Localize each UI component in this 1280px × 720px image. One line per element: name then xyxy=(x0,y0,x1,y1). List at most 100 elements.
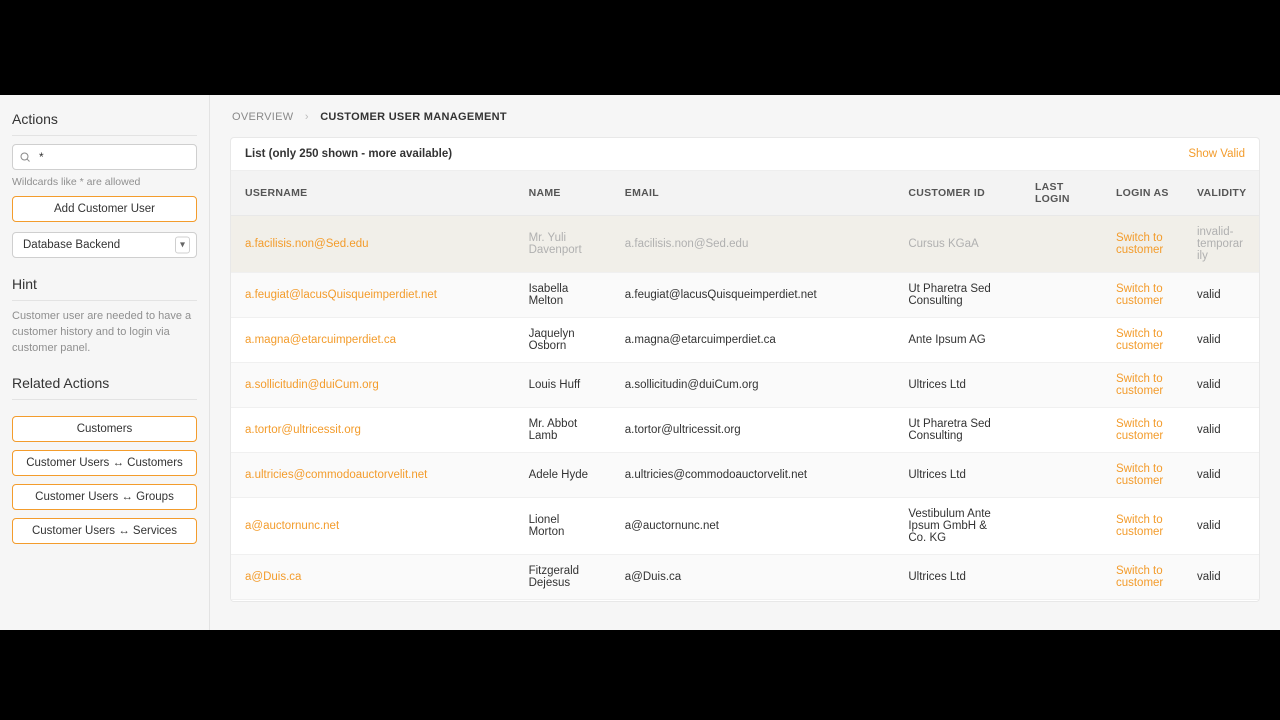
switch-to-customer-link[interactable]: Switch to customer xyxy=(1116,565,1163,589)
cell-username: a@auctornunc.net xyxy=(231,498,515,555)
breadcrumb-root[interactable]: OVERVIEW xyxy=(232,111,294,123)
col-login-as[interactable]: LOGIN AS xyxy=(1102,171,1183,216)
switch-to-customer-link[interactable]: Switch to customer xyxy=(1116,283,1163,307)
cell-username: a@Duis.ca xyxy=(231,555,515,600)
cell-customer-id: Vestibulum Ante Ipsum GmbH & Co. KG xyxy=(894,498,1021,555)
hint-heading: Hint xyxy=(12,276,197,292)
cell-last-login xyxy=(1021,600,1102,602)
cell-email: a.sollicitudin@duiCum.org xyxy=(611,363,895,408)
related-customer-users-groups[interactable]: Customer Users ↔ Groups xyxy=(12,484,197,510)
cell-customer-id: Ante Ipsum AG xyxy=(894,318,1021,363)
cell-validity: invalid-temporarily xyxy=(1183,216,1259,273)
table-row[interactable]: a@auctornunc.netLionel Mortona@auctornun… xyxy=(231,498,1259,555)
col-username[interactable]: USERNAME xyxy=(231,171,515,216)
search-icon xyxy=(19,151,31,163)
table-row[interactable]: a@erosnonenim.caGraham Brocka@erosnoneni… xyxy=(231,600,1259,602)
table-row[interactable]: a.feugiat@lacusQuisqueimperdiet.net Isabe… xyxy=(231,273,1259,318)
search-field-wrap[interactable] xyxy=(12,144,197,170)
col-validity[interactable]: VALIDITY xyxy=(1183,171,1259,216)
username-link[interactable]: a.magna@etarcuimperdiet.ca xyxy=(245,334,396,346)
cell-validity: valid xyxy=(1183,498,1259,555)
add-customer-user-button[interactable]: Add Customer User xyxy=(12,196,197,222)
list-panel: List (only 250 shown - more available) S… xyxy=(230,137,1260,602)
cell-last-login xyxy=(1021,363,1102,408)
related-customers[interactable]: Customers xyxy=(12,416,197,442)
cell-username: a.sollicitudin@duiCum.org xyxy=(231,363,515,408)
table-row[interactable]: a.facilisis.non@Sed.eduMr. Yuli Davenpor… xyxy=(231,216,1259,273)
cell-last-login xyxy=(1021,273,1102,318)
cell-email: a.ultricies@commodoauctorvelit.net xyxy=(611,453,895,498)
cell-customer-id: Ultrices Ltd xyxy=(894,555,1021,600)
search-input[interactable] xyxy=(37,149,190,165)
cell-last-login xyxy=(1021,216,1102,273)
switch-to-customer-link[interactable]: Switch to customer xyxy=(1116,232,1163,256)
table-header-row: USERNAME NAME EMAIL CUSTOMER ID LAST LOG… xyxy=(231,171,1259,216)
cell-validity: valid xyxy=(1183,555,1259,600)
cell-login-as: Switch to customer xyxy=(1102,498,1183,555)
cell-email: a.magna@etarcuimperdiet.ca xyxy=(611,318,895,363)
cell-validity: valid xyxy=(1183,600,1259,602)
username-link[interactable]: a.feugiat@lacusQuisqueimperdiet.net xyxy=(245,289,437,301)
switch-to-customer-link[interactable]: Switch to customer xyxy=(1116,328,1163,352)
username-link[interactable]: a.sollicitudin@duiCum.org xyxy=(245,379,379,391)
cell-customer-id: Cursus KGaA xyxy=(894,216,1021,273)
cell-name: Lionel Morton xyxy=(515,498,611,555)
cell-validity: valid xyxy=(1183,363,1259,408)
cell-email: a.tortor@ultricessit.org xyxy=(611,408,895,453)
switch-to-customer-link[interactable]: Switch to customer xyxy=(1116,463,1163,487)
cell-username: a.feugiat@lacusQuisqueimperdiet.net xyxy=(231,273,515,318)
cell-last-login xyxy=(1021,498,1102,555)
cell-username: a.tortor@ultricessit.org xyxy=(231,408,515,453)
cell-name: Jaquelyn Osborn xyxy=(515,318,611,363)
username-link[interactable]: a.facilisis.non@Sed.edu xyxy=(245,238,369,250)
actions-heading: Actions xyxy=(12,111,197,127)
cell-username: a.magna@etarcuimperdiet.ca xyxy=(231,318,515,363)
customer-user-table: USERNAME NAME EMAIL CUSTOMER ID LAST LOG… xyxy=(231,171,1259,601)
cell-username: a.facilisis.non@Sed.edu xyxy=(231,216,515,273)
related-customer-users-customers[interactable]: Customer Users ↔ Customers xyxy=(12,450,197,476)
cell-email: a@erosnonenim.ca xyxy=(611,600,895,602)
chevron-down-icon: ▾ xyxy=(175,237,190,254)
show-valid-link[interactable]: Show Valid xyxy=(1188,148,1245,160)
table-row[interactable]: a.ultricies@commodoauctorvelit.netAdele … xyxy=(231,453,1259,498)
cell-name: Isabella Melton xyxy=(515,273,611,318)
hint-text: Customer user are needed to have a custo… xyxy=(12,309,197,357)
cell-username: a.ultricies@commodoauctorvelit.net xyxy=(231,453,515,498)
cell-login-as: Switch to customer xyxy=(1102,363,1183,408)
cell-last-login xyxy=(1021,318,1102,363)
sidebar: Actions Wildcards like * are allowed Add… xyxy=(0,95,210,630)
panel-title: List (only 250 shown - more available) xyxy=(245,148,452,160)
cell-last-login xyxy=(1021,453,1102,498)
table-row[interactable]: a.sollicitudin@duiCum.orgLouis Huffa.sol… xyxy=(231,363,1259,408)
related-actions: Customers Customer Users ↔ Customers Cus… xyxy=(12,408,197,544)
backend-select[interactable]: Database Backend ▾ xyxy=(12,232,197,258)
cell-email: a.facilisis.non@Sed.edu xyxy=(611,216,895,273)
switch-to-customer-link[interactable]: Switch to customer xyxy=(1116,514,1163,538)
switch-to-customer-link[interactable]: Switch to customer xyxy=(1116,418,1163,442)
breadcrumb-current: CUSTOMER USER MANAGEMENT xyxy=(320,111,507,123)
cell-customer-id: Ultrices Ltd xyxy=(894,453,1021,498)
table-row[interactable]: a@Duis.caFitzgerald Dejesusa@Duis.caUltr… xyxy=(231,555,1259,600)
col-customer-id[interactable]: CUSTOMER ID xyxy=(894,171,1021,216)
username-link[interactable]: a.ultricies@commodoauctorvelit.net xyxy=(245,469,427,481)
cell-login-as: Switch to customer xyxy=(1102,318,1183,363)
table-row[interactable]: a.tortor@ultricessit.orgMr. Abbot Lamba.… xyxy=(231,408,1259,453)
username-link[interactable]: a.tortor@ultricessit.org xyxy=(245,424,361,436)
col-email[interactable]: EMAIL xyxy=(611,171,895,216)
table-row[interactable]: a.magna@etarcuimperdiet.caJaquelyn Osbor… xyxy=(231,318,1259,363)
switch-to-customer-link[interactable]: Switch to customer xyxy=(1116,373,1163,397)
cell-validity: valid xyxy=(1183,408,1259,453)
col-name[interactable]: NAME xyxy=(515,171,611,216)
cell-login-as: Switch to customer xyxy=(1102,408,1183,453)
username-link[interactable]: a@Duis.ca xyxy=(245,571,301,583)
chevron-right-icon: › xyxy=(305,111,309,123)
breadcrumb: OVERVIEW › CUSTOMER USER MANAGEMENT xyxy=(232,111,1260,123)
related-customer-users-services[interactable]: Customer Users ↔ Services xyxy=(12,518,197,544)
cell-last-login xyxy=(1021,555,1102,600)
main-content: OVERVIEW › CUSTOMER USER MANAGEMENT List… xyxy=(210,95,1280,630)
cell-validity: valid xyxy=(1183,453,1259,498)
cell-login-as: Switch to customer xyxy=(1102,555,1183,600)
cell-name: Mr. Abbot Lamb xyxy=(515,408,611,453)
username-link[interactable]: a@auctornunc.net xyxy=(245,520,339,532)
col-last-login[interactable]: LAST LOGIN xyxy=(1021,171,1102,216)
